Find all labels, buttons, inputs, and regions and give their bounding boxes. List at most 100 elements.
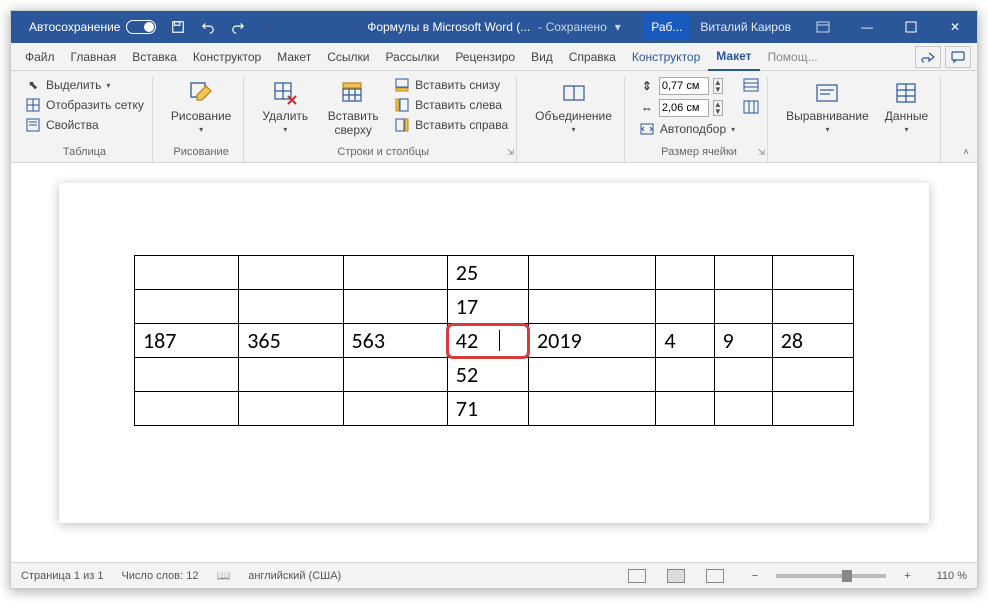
user-name[interactable]: Виталий Каиров xyxy=(690,20,801,34)
distribute-cols-icon[interactable] xyxy=(743,99,759,115)
tab-mailings[interactable]: Рассылки xyxy=(377,44,447,70)
delete-button[interactable]: Удалить▾ xyxy=(258,77,312,136)
tab-tellme[interactable]: Помощ... xyxy=(760,44,826,70)
web-layout-icon[interactable] xyxy=(706,569,724,583)
tab-design[interactable]: Конструктор xyxy=(185,44,269,70)
spinner-icon[interactable]: ▲▼ xyxy=(713,78,723,94)
tab-home[interactable]: Главная xyxy=(63,44,125,70)
zoom-level[interactable]: 110 % xyxy=(937,570,967,582)
row-height-input[interactable]: ⇕▲▼ xyxy=(639,77,735,95)
tab-file[interactable]: Файл xyxy=(17,44,63,70)
draw-button[interactable]: Рисование▾ xyxy=(167,77,235,136)
minimize-icon[interactable]: ― xyxy=(845,11,889,43)
insert-right-button[interactable]: Вставить справа xyxy=(394,117,508,133)
properties-button[interactable]: Свойства xyxy=(25,117,144,133)
collapse-ribbon-icon[interactable]: ˄ xyxy=(963,147,969,158)
merge-button[interactable]: Объединение▾ xyxy=(531,77,616,136)
tab-insert[interactable]: Вставка xyxy=(124,44,185,70)
tab-table-design[interactable]: Конструктор xyxy=(624,44,708,70)
tab-review[interactable]: Рецензиро xyxy=(447,44,523,70)
col-width-field[interactable] xyxy=(659,99,709,117)
cell[interactable]: 365 xyxy=(239,324,343,358)
tab-view[interactable]: Вид xyxy=(523,44,561,70)
read-mode-icon[interactable] xyxy=(628,569,646,583)
qat-more-icon[interactable]: ▾ xyxy=(260,19,276,35)
zoom-slider[interactable] xyxy=(776,574,886,578)
cell[interactable]: 17 xyxy=(447,290,528,324)
cell[interactable] xyxy=(135,358,239,392)
cell[interactable] xyxy=(343,392,447,426)
cell[interactable] xyxy=(772,290,853,324)
cell[interactable]: 187 xyxy=(135,324,239,358)
spellcheck-icon[interactable]: 📖 xyxy=(217,569,231,582)
cell[interactable] xyxy=(714,290,772,324)
cell[interactable] xyxy=(656,358,714,392)
tab-table-layout[interactable]: Макет xyxy=(708,43,759,71)
undo-icon[interactable] xyxy=(200,19,216,35)
language-indicator[interactable]: английский (США) xyxy=(248,570,341,582)
ribbon-options-icon[interactable] xyxy=(801,11,845,43)
cell[interactable]: 9 xyxy=(714,324,772,358)
insert-below-button[interactable]: Вставить снизу xyxy=(394,77,508,93)
cell[interactable] xyxy=(529,392,656,426)
cell[interactable] xyxy=(656,256,714,290)
cell[interactable]: 28 xyxy=(772,324,853,358)
cell[interactable] xyxy=(239,290,343,324)
data-button[interactable]: Данные▾ xyxy=(881,77,932,136)
zoom-in-icon[interactable]: + xyxy=(904,570,910,582)
cell[interactable] xyxy=(529,290,656,324)
view-gridlines-button[interactable]: Отобразить сетку xyxy=(25,97,144,113)
cell[interactable] xyxy=(656,290,714,324)
cell[interactable] xyxy=(343,358,447,392)
redo-icon[interactable] xyxy=(230,19,246,35)
share-icon[interactable] xyxy=(915,46,941,68)
cell[interactable] xyxy=(714,392,772,426)
select-button[interactable]: ⬉Выделить▾ xyxy=(25,77,144,93)
cell[interactable] xyxy=(714,256,772,290)
col-width-input[interactable]: ⇔▲▼ xyxy=(639,99,735,117)
tab-help[interactable]: Справка xyxy=(561,44,624,70)
cell[interactable]: 4 xyxy=(656,324,714,358)
cell[interactable] xyxy=(343,256,447,290)
cell[interactable]: 52 xyxy=(447,358,528,392)
cell[interactable] xyxy=(772,358,853,392)
distribute-rows-icon[interactable] xyxy=(743,77,759,93)
tab-layout[interactable]: Макет xyxy=(269,44,319,70)
workspace-tab[interactable]: Раб... xyxy=(643,14,690,40)
toggle-icon[interactable] xyxy=(126,20,156,34)
row-height-field[interactable] xyxy=(659,77,709,95)
alignment-button[interactable]: Выравнивание▾ xyxy=(782,77,873,136)
cell[interactable] xyxy=(714,358,772,392)
cell[interactable]: 71 xyxy=(447,392,528,426)
cell[interactable] xyxy=(135,392,239,426)
cell[interactable] xyxy=(656,392,714,426)
zoom-out-icon[interactable]: − xyxy=(752,570,758,582)
print-layout-icon[interactable] xyxy=(667,569,685,583)
cell[interactable] xyxy=(239,256,343,290)
data-table[interactable]: 25 17 187 365 563 42 2019 4 9 28 xyxy=(134,255,854,426)
document-area[interactable]: 25 17 187 365 563 42 2019 4 9 28 xyxy=(11,163,977,562)
spinner-icon[interactable]: ▲▼ xyxy=(713,100,723,116)
dialog-launcher-icon[interactable]: ⇲ xyxy=(758,147,766,158)
autosave-toggle[interactable]: Автосохранение xyxy=(29,20,156,34)
cell[interactable] xyxy=(529,256,656,290)
close-icon[interactable]: ✕ xyxy=(933,11,977,43)
cell[interactable] xyxy=(239,358,343,392)
cell[interactable]: 25 xyxy=(447,256,528,290)
insert-left-button[interactable]: Вставить слева xyxy=(394,97,508,113)
cell[interactable] xyxy=(135,290,239,324)
save-icon[interactable] xyxy=(170,19,186,35)
comments-icon[interactable] xyxy=(945,46,971,68)
cell[interactable] xyxy=(772,256,853,290)
cell[interactable] xyxy=(529,358,656,392)
cell[interactable] xyxy=(343,290,447,324)
insert-above-button[interactable]: Вставить сверху xyxy=(320,77,386,139)
maximize-icon[interactable] xyxy=(889,11,933,43)
autofit-button[interactable]: Автоподбор▾ xyxy=(639,121,735,137)
page-indicator[interactable]: Страница 1 из 1 xyxy=(21,570,103,582)
cell[interactable]: 2019 xyxy=(529,324,656,358)
cell-highlighted[interactable]: 42 xyxy=(447,324,528,358)
cell[interactable]: 563 xyxy=(343,324,447,358)
dialog-launcher-icon[interactable]: ⇲ xyxy=(507,147,515,158)
word-count[interactable]: Число слов: 12 xyxy=(121,570,198,582)
